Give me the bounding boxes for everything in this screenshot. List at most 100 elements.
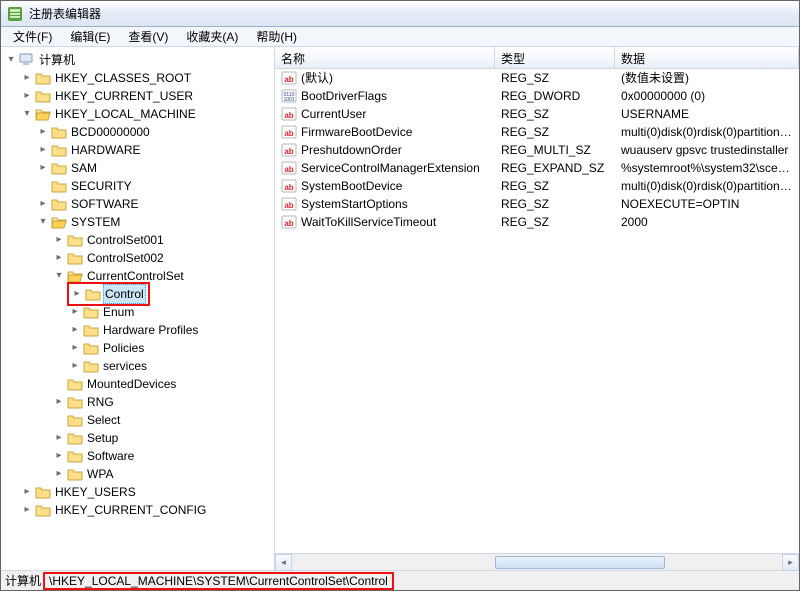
expand-icon[interactable]: ▸: [37, 198, 49, 210]
expand-icon[interactable]: ▸: [69, 306, 81, 318]
tree-hkcc[interactable]: ▸HKEY_CURRENT_CONFIG: [21, 501, 274, 519]
expand-icon[interactable]: ▸: [53, 432, 65, 444]
tree-label: SOFTWARE: [69, 195, 141, 213]
expand-icon[interactable]: ▸: [53, 396, 65, 408]
tree-hku[interactable]: ▸HKEY_USERS: [21, 483, 274, 501]
expand-icon[interactable]: ▸: [21, 90, 33, 102]
title-bar: 注册表编辑器: [1, 1, 799, 27]
tree-hkcr[interactable]: ▸HKEY_CLASSES_ROOT: [21, 69, 274, 87]
folder-icon: [85, 287, 101, 301]
tree-label: SAM: [69, 159, 99, 177]
string-value-icon: ab: [281, 214, 297, 230]
status-prefix: 计算机: [1, 572, 43, 589]
tree-software[interactable]: ▸ SOFTWARE: [37, 195, 274, 213]
string-value-icon: ab: [281, 124, 297, 140]
value-type: REG_SZ: [495, 69, 615, 87]
tree-pane[interactable]: ▾ 计算机 ▸HKEY_CLASSES_ROOT ▸HKEY_CURRENT_U…: [1, 47, 275, 570]
value-row[interactable]: abServiceControlManagerExtensionREG_EXPA…: [275, 159, 799, 177]
expand-icon[interactable]: ▸: [53, 252, 65, 264]
tree-bcd[interactable]: ▸BCD00000000: [37, 123, 274, 141]
expand-icon[interactable]: ▸: [71, 288, 83, 300]
svg-text:ab: ab: [284, 129, 293, 138]
menu-help[interactable]: 帮助(H): [248, 27, 305, 47]
tree-label: MountedDevices: [85, 375, 178, 393]
tree-wpa[interactable]: ▸ WPA: [53, 465, 274, 483]
expand-icon[interactable]: ▸: [37, 162, 49, 174]
value-type: REG_DWORD: [495, 87, 615, 105]
menu-file[interactable]: 文件(F): [5, 27, 60, 47]
folder-icon: [51, 125, 67, 139]
expand-icon[interactable]: ▸: [53, 234, 65, 246]
value-row[interactable]: ab(默认)REG_SZ(数值未设置): [275, 69, 799, 87]
value-row[interactable]: abSystemBootDeviceREG_SZmulti(0)disk(0)r…: [275, 177, 799, 195]
folder-open-icon: [67, 269, 83, 283]
tree-hkcu[interactable]: ▸HKEY_CURRENT_USER: [21, 87, 274, 105]
collapse-icon[interactable]: ▾: [5, 54, 17, 66]
tree-root-computer[interactable]: ▾ 计算机: [5, 51, 274, 69]
tree-security[interactable]: ▸SECURITY: [37, 177, 274, 195]
folder-icon: [67, 377, 83, 391]
value-data: multi(0)disk(0)rdisk(0)partition(1): [615, 177, 799, 195]
value-type: REG_SZ: [495, 105, 615, 123]
svg-text:ab: ab: [284, 147, 293, 156]
value-row[interactable]: 01101001BootDriverFlagsREG_DWORD0x000000…: [275, 87, 799, 105]
tree-label: WPA: [85, 465, 115, 483]
tree-hardware[interactable]: ▸HARDWARE: [37, 141, 274, 159]
folder-icon: [51, 161, 67, 175]
folder-icon: [83, 323, 99, 337]
tree-label: SYSTEM: [69, 213, 122, 231]
expand-icon[interactable]: ▸: [21, 486, 33, 498]
collapse-icon[interactable]: ▾: [21, 108, 33, 120]
tree-control[interactable]: ▸Control: [69, 285, 274, 303]
scroll-right-button[interactable]: ▸: [782, 554, 799, 571]
tree-mounted[interactable]: ▸MountedDevices: [53, 375, 274, 393]
tree-label: Hardware Profiles: [101, 321, 200, 339]
tree-hklm[interactable]: ▾HKEY_LOCAL_MACHINE: [21, 105, 274, 123]
tree-setup[interactable]: ▸Setup: [53, 429, 274, 447]
expand-icon[interactable]: ▸: [21, 504, 33, 516]
expand-icon[interactable]: ▸: [53, 450, 65, 462]
tree-services[interactable]: ▸services: [69, 357, 274, 375]
collapse-icon[interactable]: ▾: [53, 270, 65, 282]
value-row[interactable]: abCurrentUserREG_SZUSERNAME: [275, 105, 799, 123]
menu-view[interactable]: 查看(V): [120, 27, 176, 47]
menu-favorites[interactable]: 收藏夹(A): [178, 27, 246, 47]
horizontal-scrollbar[interactable]: ◂ ▸: [275, 553, 799, 570]
column-name[interactable]: 名称: [275, 47, 495, 68]
value-row[interactable]: abFirmwareBootDeviceREG_SZmulti(0)disk(0…: [275, 123, 799, 141]
collapse-icon[interactable]: ▾: [37, 216, 49, 228]
expand-icon[interactable]: ▸: [37, 144, 49, 156]
value-data: 0x00000000 (0): [615, 87, 799, 105]
expand-icon[interactable]: ▸: [21, 72, 33, 84]
column-type[interactable]: 类型: [495, 47, 615, 68]
value-row[interactable]: abPreshutdownOrderREG_MULTI_SZwuauserv g…: [275, 141, 799, 159]
tree-system[interactable]: ▾ SYSTEM: [37, 213, 274, 231]
tree-cs001[interactable]: ▸ ControlSet001: [53, 231, 274, 249]
expand-icon[interactable]: ▸: [69, 324, 81, 336]
tree-cs002[interactable]: ▸ControlSet002: [53, 249, 274, 267]
tree-software2[interactable]: ▸Software: [53, 447, 274, 465]
expand-icon[interactable]: ▸: [69, 360, 81, 372]
tree-policies[interactable]: ▸Policies: [69, 339, 274, 357]
tree-rng[interactable]: ▸RNG: [53, 393, 274, 411]
value-data: %systemroot%\system32\scext.dll: [615, 159, 799, 177]
tree-sam[interactable]: ▸ SAM: [37, 159, 274, 177]
expand-icon[interactable]: ▸: [53, 468, 65, 480]
value-row[interactable]: abWaitToKillServiceTimeoutREG_SZ2000: [275, 213, 799, 231]
list-body[interactable]: ab(默认)REG_SZ(数值未设置)01101001BootDriverFla…: [275, 69, 799, 553]
scroll-left-button[interactable]: ◂: [275, 554, 292, 571]
tree-label: ControlSet001: [85, 231, 166, 249]
status-path-highlight: \HKEY_LOCAL_MACHINE\SYSTEM\CurrentContro…: [43, 572, 394, 590]
expand-icon[interactable]: ▸: [69, 342, 81, 354]
column-data[interactable]: 数据: [615, 47, 799, 68]
main-split: ▾ 计算机 ▸HKEY_CLASSES_ROOT ▸HKEY_CURRENT_U…: [1, 47, 799, 570]
value-row[interactable]: abSystemStartOptionsREG_SZ NOEXECUTE=OPT…: [275, 195, 799, 213]
menu-edit[interactable]: 编辑(E): [62, 27, 118, 47]
folder-icon: [35, 503, 51, 517]
value-name: PreshutdownOrder: [301, 141, 402, 159]
folder-icon: [67, 449, 83, 463]
tree-select[interactable]: ▸Select: [53, 411, 274, 429]
expand-icon[interactable]: ▸: [37, 126, 49, 138]
scroll-thumb[interactable]: [495, 556, 665, 569]
tree-hwprof[interactable]: ▸ Hardware Profiles: [69, 321, 274, 339]
